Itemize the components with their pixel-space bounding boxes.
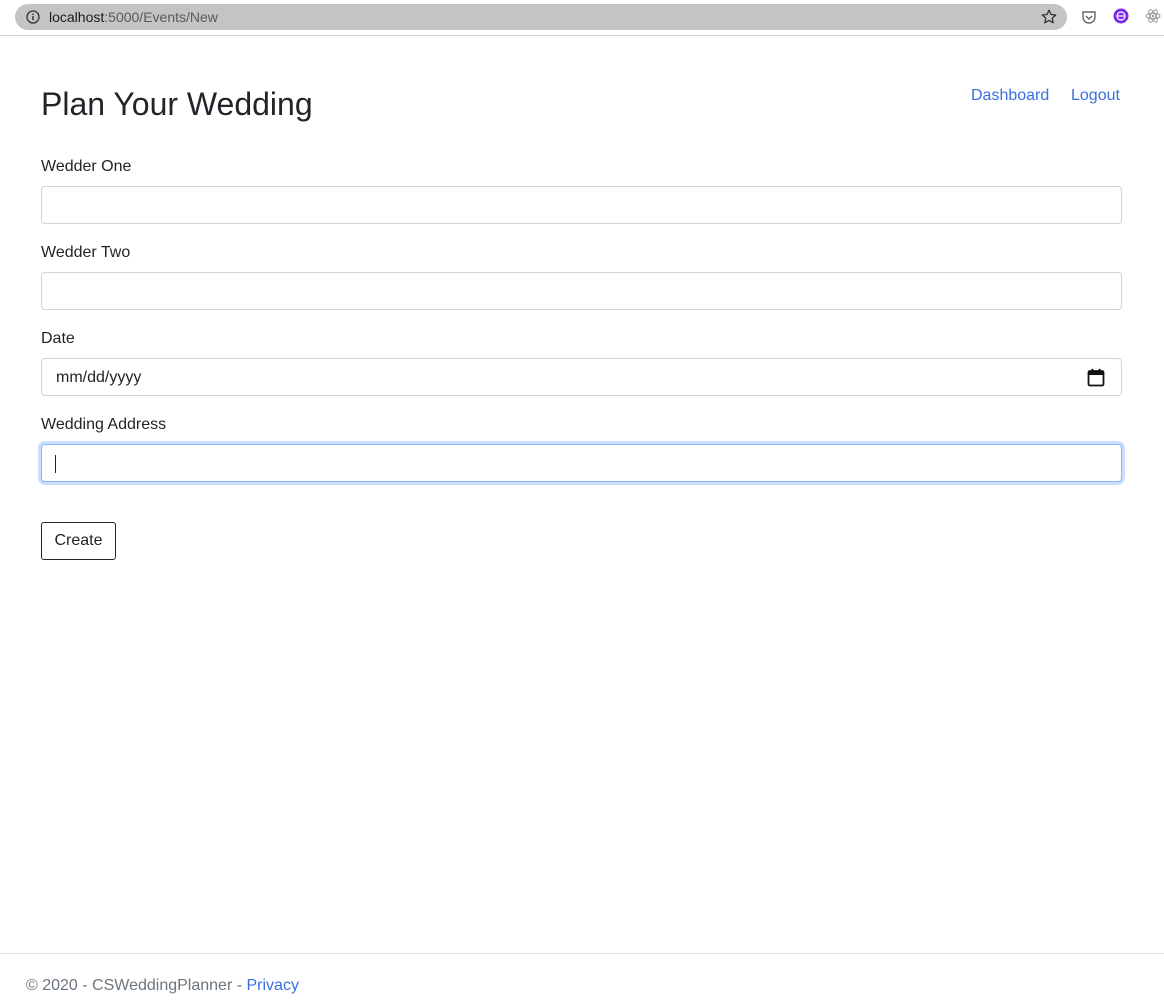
wedder-two-input[interactable] [41,272,1122,310]
copyright-text: © 2020 - CSWeddingPlanner - [26,977,247,994]
page-title: Plan Your Wedding [41,86,313,122]
footer: © 2020 - CSWeddingPlanner - Privacy [0,953,1164,1007]
calendar-icon[interactable] [1087,368,1105,387]
date-input[interactable]: mm/dd/yyyy [41,358,1122,396]
text-cursor [55,455,56,473]
browser-toolbar: localhost:5000/Events/New [0,0,1164,36]
wedding-address-label: Wedding Address [41,416,167,433]
wedding-address-input[interactable] [41,444,1122,482]
dashboard-link[interactable]: Dashboard [971,86,1049,106]
create-button[interactable]: Create [41,522,116,560]
url-host: localhost [49,9,105,25]
pocket-icon[interactable] [1080,8,1098,26]
wedder-one-label: Wedder One [41,158,132,175]
url-path: :5000/Events/New [104,9,218,25]
wedder-one-input[interactable] [41,186,1122,224]
date-placeholder: mm/dd/yyyy [56,369,142,386]
bookmark-star-icon[interactable] [1040,8,1058,26]
wedder-two-label: Wedder Two [41,244,131,261]
privacy-link[interactable]: Privacy [247,977,299,994]
url-text[interactable]: localhost:5000/Events/New [49,9,218,26]
extension-icon[interactable] [1113,8,1129,24]
date-label: Date [41,330,75,347]
react-devtools-icon[interactable] [1145,8,1161,24]
info-icon[interactable] [26,10,40,24]
logout-link[interactable]: Logout [1071,86,1120,106]
footer-text: © 2020 - CSWeddingPlanner - Privacy [26,976,299,996]
